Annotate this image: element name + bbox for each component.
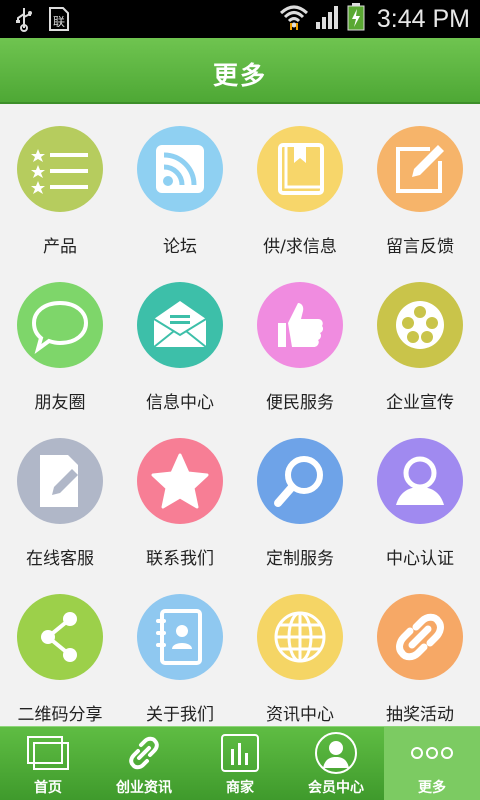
usb-icon <box>14 6 34 36</box>
grid-item-label: 朋友圈 <box>34 393 86 413</box>
bottom-nav: 首页 创业资讯 商家 会员中心 更多 <box>0 726 480 800</box>
grid-item-qr-share[interactable]: 二维码分享 <box>0 572 120 728</box>
signal-icon <box>315 4 341 34</box>
rss-icon <box>137 126 223 212</box>
nav-home[interactable]: 首页 <box>0 727 96 800</box>
thumbs-up-icon <box>257 282 343 368</box>
grid-item-label: 二维码分享 <box>17 705 103 725</box>
svg-text:联: 联 <box>53 15 65 29</box>
clock: 3:44 PM <box>376 4 470 33</box>
grid-item-message-center[interactable]: 信息中心 <box>120 260 240 416</box>
grid-item-feedback[interactable]: 留言反馈 <box>360 104 480 260</box>
nav-label: 更多 <box>418 780 446 796</box>
bar-chart-icon <box>216 731 264 775</box>
grid-item-label: 定制服务 <box>266 549 334 569</box>
grid-item-label: 论坛 <box>163 237 197 257</box>
nav-label: 会员中心 <box>308 780 364 796</box>
grid-item-public-services[interactable]: 便民服务 <box>240 260 360 416</box>
grid-item-products[interactable]: 产品 <box>0 104 120 260</box>
grid-item-online-support[interactable]: 在线客服 <box>0 416 120 572</box>
grid-item-enterprise-promo[interactable]: 企业宣传 <box>360 260 480 416</box>
title-bar: 更多 <box>0 38 480 104</box>
star-icon <box>137 438 223 524</box>
envelope-icon <box>137 282 223 368</box>
wifi-icon <box>279 3 309 35</box>
list-stars-icon <box>17 126 103 212</box>
grid-item-label: 便民服务 <box>266 393 334 413</box>
grid-item-about-us[interactable]: 关于我们 <box>120 572 240 728</box>
menu-grid: 产品 论坛 供/求信息 留言反馈 朋友圈 信息中心 便民服务 企业宣传 在线客服… <box>0 104 480 726</box>
sim-card-icon: 联 <box>48 6 70 36</box>
grid-item-news-center[interactable]: 资讯中心 <box>240 572 360 728</box>
more-icon <box>408 731 456 775</box>
grid-item-label: 供/求信息 <box>263 237 337 257</box>
grid-item-moments[interactable]: 朋友圈 <box>0 260 120 416</box>
grid-item-label: 中心认证 <box>386 549 454 569</box>
grid-item-label: 在线客服 <box>26 549 94 569</box>
grid-item-contact-us[interactable]: 联系我们 <box>120 416 240 572</box>
grid-item-label: 留言反馈 <box>386 237 454 257</box>
nav-label: 商家 <box>226 780 254 796</box>
nav-label: 首页 <box>34 780 62 796</box>
speech-bubble-icon <box>17 282 103 368</box>
status-bar: 联 3:44 PM <box>0 0 480 38</box>
link-icon <box>120 731 168 775</box>
globe-icon <box>257 594 343 680</box>
page-title: 更多 <box>212 61 267 90</box>
grid-item-forum[interactable]: 论坛 <box>120 104 240 260</box>
grid-item-certification[interactable]: 中心认证 <box>360 416 480 572</box>
grid-item-lottery[interactable]: 抽奖活动 <box>360 572 480 728</box>
nav-merchants[interactable]: 商家 <box>192 727 288 800</box>
grid-item-label: 信息中心 <box>146 393 214 413</box>
share-icon <box>17 594 103 680</box>
user-icon <box>377 438 463 524</box>
nav-label: 创业资讯 <box>116 780 172 796</box>
nav-member-center[interactable]: 会员中心 <box>288 727 384 800</box>
grid-item-label: 抽奖活动 <box>386 705 454 725</box>
grid-item-label: 联系我们 <box>146 549 214 569</box>
grid-item-label: 资讯中心 <box>266 705 334 725</box>
battery-icon <box>347 3 365 35</box>
link-icon <box>377 594 463 680</box>
grid-item-custom-service[interactable]: 定制服务 <box>240 416 360 572</box>
nav-more[interactable]: 更多 <box>384 727 480 800</box>
person-icon <box>312 731 360 775</box>
grid-item-supply-demand[interactable]: 供/求信息 <box>240 104 360 260</box>
grid-item-label: 关于我们 <box>146 705 214 725</box>
film-reel-icon <box>377 282 463 368</box>
windows-icon <box>24 731 72 775</box>
grid-item-label: 企业宣传 <box>386 393 454 413</box>
nav-startup-news[interactable]: 创业资讯 <box>96 727 192 800</box>
contacts-icon <box>137 594 223 680</box>
document-pen-icon <box>17 438 103 524</box>
edit-icon <box>377 126 463 212</box>
grid-item-label: 产品 <box>43 237 77 257</box>
magnifier-icon <box>257 438 343 524</box>
book-icon <box>257 126 343 212</box>
